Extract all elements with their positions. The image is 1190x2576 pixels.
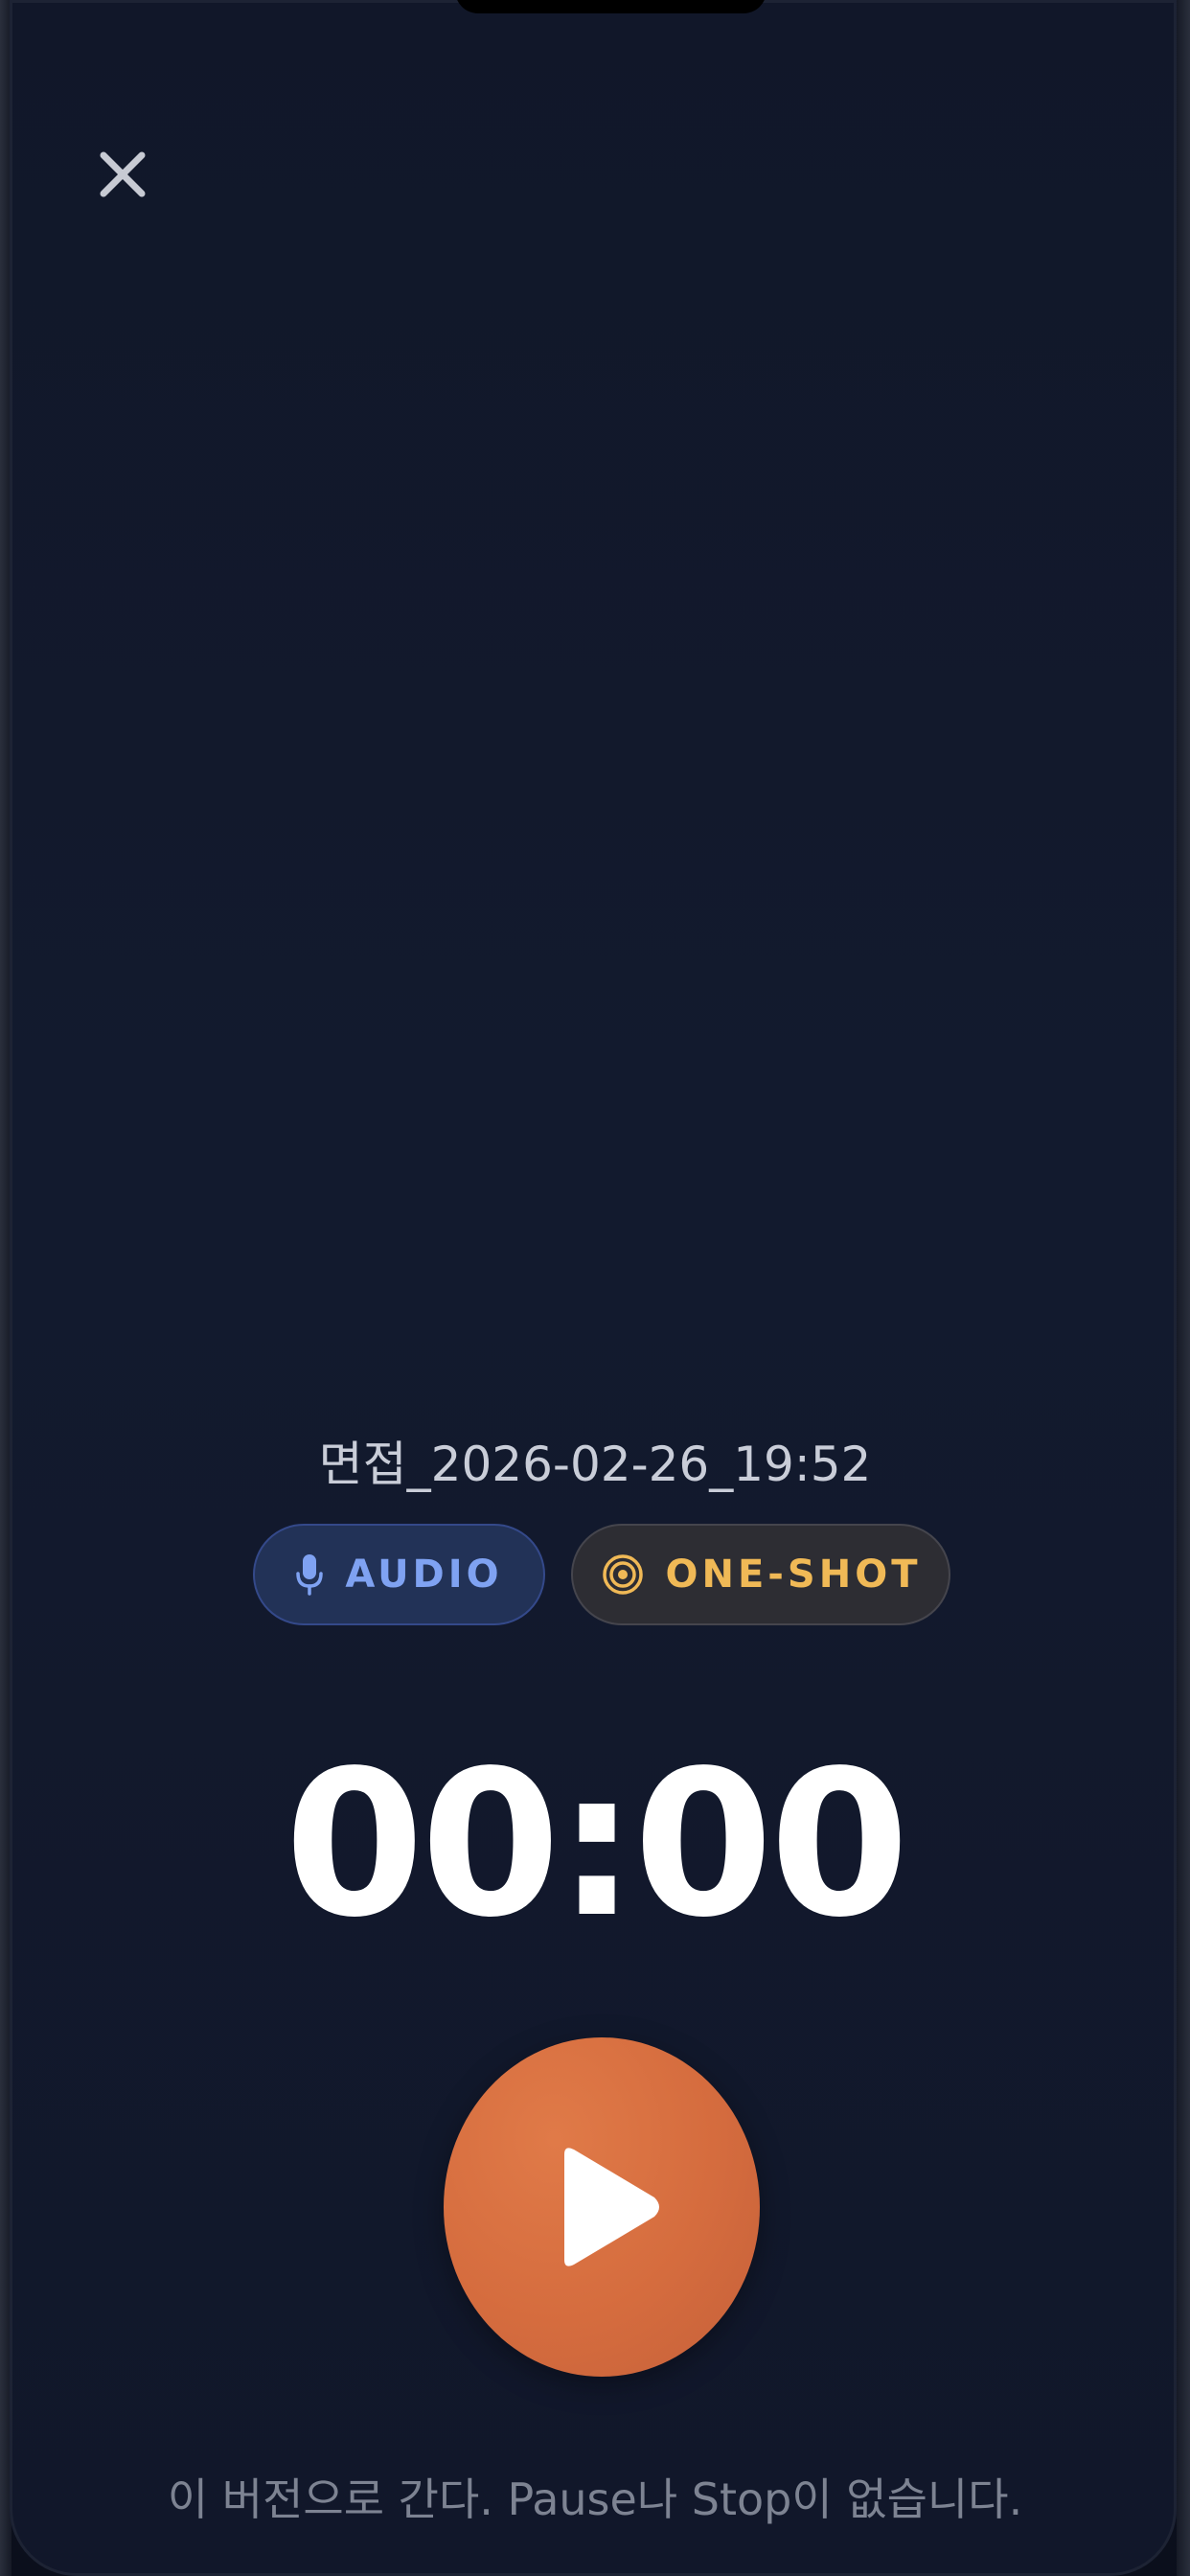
close-icon [100, 151, 146, 197]
play-button[interactable] [444, 2037, 760, 2377]
oneshot-badge-label: ONE-SHOT [665, 1552, 922, 1597]
play-icon [564, 2148, 659, 2266]
audio-badge-label: AUDIO [345, 1552, 503, 1597]
target-icon [601, 1552, 645, 1597]
footer-note: 이 버전으로 간다. Pause나 Stop이 없습니다. [167, 2473, 1023, 2525]
device-bezel-right [1177, 0, 1190, 2576]
elapsed-timer: 00:00 [284, 1727, 909, 1962]
close-button[interactable] [84, 136, 161, 213]
session-title: 면접_2026-02-26_19:52 [318, 1437, 872, 1492]
oneshot-mode-badge: ONE-SHOT [571, 1524, 950, 1625]
device-notch [455, 0, 767, 13]
microphone-icon [295, 1552, 324, 1597]
audio-mode-badge: AUDIO [253, 1524, 545, 1625]
